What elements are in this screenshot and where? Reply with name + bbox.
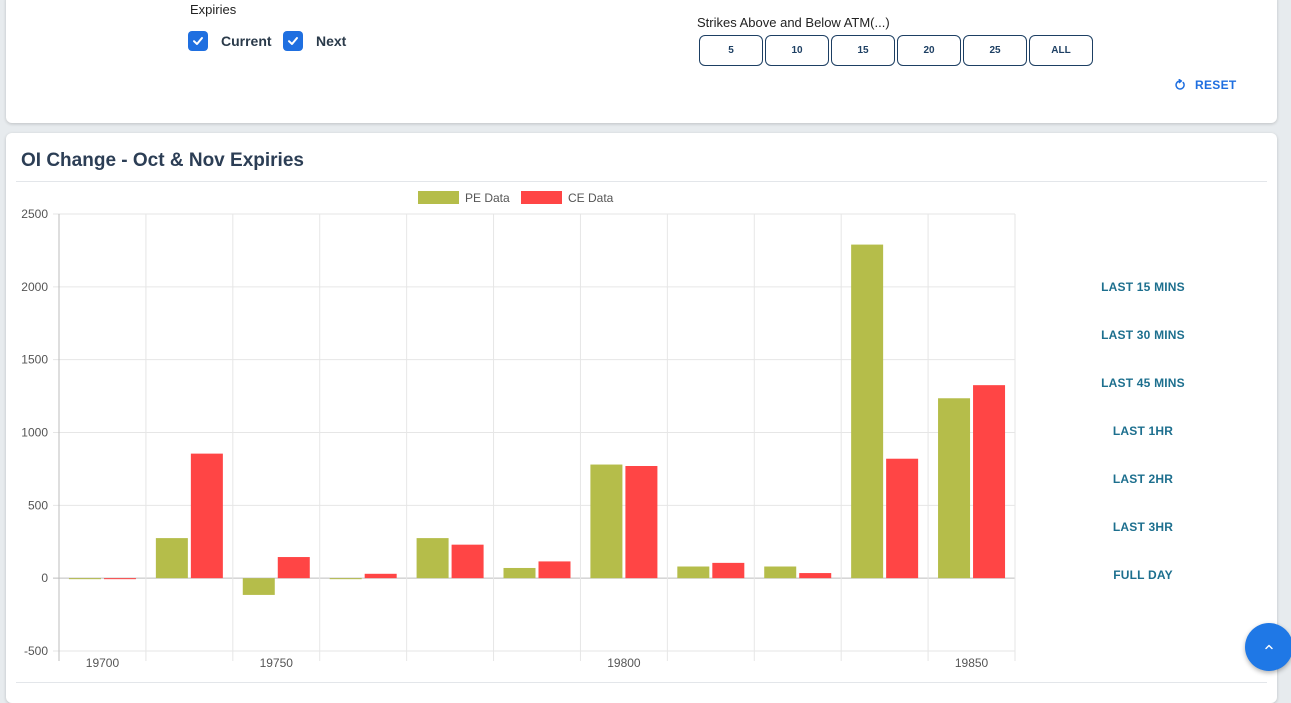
reset-button[interactable]: RESET [1174, 78, 1237, 92]
strike-button-15[interactable]: 15 [831, 35, 895, 66]
strike-button-20[interactable]: 20 [897, 35, 961, 66]
pe-bar-19795 [503, 567, 536, 579]
x-tick-label: 19800 [607, 656, 641, 670]
pe-bar-19790 [416, 538, 449, 579]
reset-label: RESET [1195, 78, 1237, 92]
strike-button-5[interactable]: 5 [699, 35, 763, 66]
strike-button-10[interactable]: 10 [765, 35, 829, 66]
pe-bar-19825 [764, 566, 797, 579]
checkbox-next-box[interactable] [283, 31, 303, 51]
ce-bar-19790 [451, 544, 484, 579]
refresh-icon [1175, 79, 1185, 90]
strike-button-all[interactable]: ALL [1029, 35, 1093, 66]
check-icon [288, 37, 298, 45]
time-range-last-3hr[interactable]: LAST 3HR [1081, 520, 1205, 534]
ce-bar-19850 [973, 385, 1006, 579]
ce-bar-19840 [886, 458, 919, 579]
y-tick-label: 2500 [21, 207, 48, 221]
ce-bar-19725 [190, 453, 223, 579]
y-tick-label: 1500 [21, 353, 48, 367]
time-range-last-30-mins[interactable]: LAST 30 MINS [1081, 328, 1205, 342]
y-tick-label: 500 [28, 498, 48, 512]
ce-bar-19795 [538, 561, 571, 579]
ce-bar-19810 [712, 562, 745, 579]
pe-bar-19750 [242, 578, 275, 595]
legend-label-ce: CE Data [568, 191, 614, 205]
y-tick-label: 1000 [21, 426, 48, 440]
ce-bar-19825 [799, 573, 832, 579]
time-range-last-2hr[interactable]: LAST 2HR [1081, 472, 1205, 486]
checkbox-current-label: Current [221, 33, 272, 49]
bottom-divider [16, 682, 1267, 683]
pe-bar-19725 [155, 538, 188, 579]
y-tick-label: 2000 [21, 280, 48, 294]
ce-bar-19800 [625, 466, 658, 579]
strikes-label: Strikes Above and Below ATM(...) [697, 15, 890, 30]
ce-bar-19700 [103, 578, 136, 580]
x-tick-label: 19700 [86, 656, 120, 670]
time-range-last-45-mins[interactable]: LAST 45 MINS [1081, 376, 1205, 390]
time-range-last-15-mins[interactable]: LAST 15 MINS [1081, 280, 1205, 294]
pe-bar-19775 [329, 578, 362, 580]
oi-change-chart: 2500 2000 1500 1000 500 0 -500 19700 19750 19800 1… [21, 191, 1016, 670]
y-tick-label: 0 [41, 571, 48, 585]
legend-swatch-ce [521, 191, 562, 204]
x-tick-label: 19750 [260, 656, 294, 670]
ce-bar-19775 [364, 573, 397, 579]
filter-card: Expiries Current Next Strikes Above and … [6, 0, 1277, 123]
pe-bar-19700 [68, 578, 101, 580]
expiries-label: Expiries [190, 2, 237, 17]
ce-bar-19750 [277, 557, 310, 579]
checkbox-current[interactable]: Current [188, 31, 272, 51]
checkbox-next-label: Next [316, 33, 347, 49]
legend-label-pe: PE Data [465, 191, 510, 205]
pe-bar-19840 [851, 244, 884, 579]
legend-swatch-pe [418, 191, 459, 204]
checkbox-current-box[interactable] [188, 31, 208, 51]
time-range-full-day[interactable]: FULL DAY [1081, 568, 1205, 582]
strike-button-25[interactable]: 25 [963, 35, 1027, 66]
y-tick-label: -500 [24, 644, 48, 658]
check-icon [193, 37, 203, 45]
chevron-up-icon [1265, 644, 1273, 650]
time-range-last-1hr[interactable]: LAST 1HR [1081, 424, 1205, 438]
chart-card: OI Change - Oct & Nov Expiries 2500 2000 1… [6, 133, 1277, 703]
x-tick-label: 19850 [955, 656, 989, 670]
pe-bar-19810 [677, 566, 710, 579]
checkbox-next[interactable]: Next [283, 31, 346, 51]
pe-bar-19850 [938, 398, 971, 579]
pe-bar-19800 [590, 464, 623, 579]
scroll-to-top-button[interactable] [1245, 623, 1291, 671]
